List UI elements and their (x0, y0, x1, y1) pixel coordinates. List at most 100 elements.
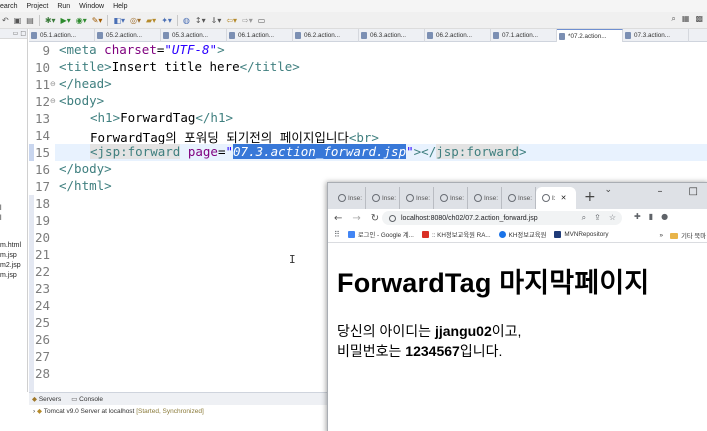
bookmark-item[interactable]: MVNRepository (554, 231, 608, 238)
pin-icon[interactable]: ↕▾ (195, 16, 206, 25)
bookmark-item[interactable]: 로그인 - Google 계... (347, 230, 414, 239)
selected-text[interactable]: 07.3.action_forward.jsp (233, 144, 407, 159)
line-number: 10 (34, 60, 50, 75)
back-icon[interactable]: ⇦▾ (226, 16, 237, 25)
zoom-icon[interactable]: ⌕ (582, 213, 586, 223)
address-bar[interactable]: localhost:8080/ch02/07.2.action_forward.… (382, 211, 622, 225)
editor-tab[interactable]: 06.2.action... (425, 29, 491, 42)
browser-tab[interactable]: Inse: (502, 187, 536, 209)
editor-tab[interactable]: 06.1.action... (227, 29, 293, 42)
jsp-file-icon (295, 32, 301, 39)
search-icon[interactable]: ⌕ (671, 14, 675, 24)
tree-item[interactable]: m2.jsp (0, 262, 21, 269)
side-panel-icon[interactable]: ▮ (649, 212, 653, 221)
new-package-icon[interactable]: ◎▾ (130, 16, 141, 25)
external-tools-icon[interactable]: ✎▾ (92, 16, 103, 25)
share-icon[interactable]: ⇪ (594, 213, 601, 223)
minimize-icon[interactable]: – (658, 186, 663, 197)
id-line: 당신의 아이디는 jjangu02이고, (337, 321, 521, 341)
editor-tab[interactable]: 05.3.action... (161, 29, 227, 42)
bookmark-star-icon[interactable]: ☆ (609, 213, 616, 223)
undo-icon[interactable]: ↶ (2, 16, 9, 25)
tree-item[interactable]: m.jsp (0, 252, 17, 259)
tree-item[interactable]: l (0, 215, 2, 222)
code-token: " (225, 144, 234, 159)
globe-icon[interactable]: ◍ (183, 16, 190, 25)
info-icon[interactable] (389, 214, 396, 222)
editor-tab[interactable]: 06.3.action... (359, 29, 425, 42)
tab-label: *07.2.action... (568, 32, 607, 40)
bookmark-label: :: KH정보교육원 RA... (431, 232, 491, 239)
extensions-icon[interactable]: ✚ (634, 212, 641, 221)
browser-tab[interactable]: Inse: (400, 187, 434, 209)
globe-icon (508, 194, 516, 202)
coverage-icon[interactable]: ◉▾ (76, 16, 87, 25)
other-bookmarks[interactable]: » 기타 북마 (660, 231, 706, 240)
reload-icon[interactable]: ↻ (371, 213, 379, 224)
minimize-icon[interactable]: ▭ (13, 30, 19, 37)
debug-icon[interactable]: ✱▾ (45, 16, 56, 25)
menu-window[interactable]: Window (79, 3, 104, 10)
back-icon[interactable]: ← (334, 213, 342, 224)
fold-icon[interactable]: ⊖ (50, 97, 56, 105)
tree-item[interactable]: m.jsp (0, 272, 17, 279)
next-annotation-icon[interactable]: ⇓▾ (211, 16, 222, 25)
globe-icon (440, 194, 448, 202)
browser-tab[interactable]: Inse: (468, 187, 502, 209)
code-token: ForwardTag (120, 110, 196, 125)
tab-search-chevron-icon[interactable]: ⌄ (604, 185, 612, 195)
menu-search[interactable]: earch (0, 3, 18, 10)
profile-icon[interactable]: ● (661, 212, 668, 221)
tab-console[interactable]: ▭ Console (71, 395, 103, 403)
new-icon[interactable]: ▣ (14, 16, 22, 25)
tree-item[interactable]: l (0, 205, 2, 212)
run-icon[interactable]: ▶▾ (61, 16, 71, 25)
browser-tab-strip: Inse: Inse: Inse: Inse: Inse: Inse: I: ✕ … (328, 183, 707, 209)
menu-run[interactable]: Run (57, 3, 70, 10)
open-view-icon[interactable]: ▭ (258, 16, 266, 25)
browser-tab[interactable]: Inse: (434, 187, 468, 209)
forward-icon[interactable]: ⇨▾ (242, 16, 253, 25)
editor-tab[interactable]: 07.1.action... (491, 29, 557, 42)
globe-icon (542, 194, 550, 202)
search-icon[interactable]: ✦▾ (161, 16, 172, 25)
new-java-project-icon[interactable]: ◧▾ (113, 16, 125, 25)
page-heading: ForwardTag 마지막페이지 (337, 268, 650, 298)
java-perspective-icon[interactable]: ▩ (695, 14, 703, 24)
expand-icon[interactable]: › (33, 408, 35, 415)
apps-icon[interactable]: ⠿ (334, 230, 340, 239)
browser-tab[interactable]: Inse: (332, 187, 366, 209)
code-line-11: </head> (59, 76, 112, 91)
tab-servers[interactable]: ◆ Servers (32, 395, 61, 403)
jsp-file-icon (559, 32, 565, 40)
bookmark-item[interactable]: :: KH정보교육원 RA... (421, 230, 491, 239)
editor-tab-active[interactable]: *07.2.action... (557, 29, 623, 42)
url-text[interactable]: localhost:8080/ch02/07.2.action_forward.… (401, 215, 538, 222)
browser-tab-active[interactable]: I: ✕ (536, 187, 576, 209)
code-token: > (217, 42, 225, 57)
toolbar-divider (38, 14, 40, 26)
maximize-icon[interactable]: □ (689, 186, 698, 197)
fold-icon[interactable]: ⊖ (50, 80, 56, 88)
editor-tabs: 05.1.action... 05.2.action... 05.3.actio… (29, 29, 707, 42)
maximize-icon[interactable]: □ (20, 30, 26, 37)
editor-tab[interactable]: 05.1.action... (29, 29, 95, 42)
jsp-file-icon (163, 32, 169, 39)
open-type-icon[interactable]: ▰▾ (146, 16, 156, 25)
code-token: <h1> (90, 110, 121, 125)
code-line-17: </html> (59, 178, 112, 193)
close-tab-icon[interactable]: ✕ (561, 194, 567, 202)
save-icon[interactable]: ▤ (26, 16, 34, 25)
new-tab-icon[interactable]: + (584, 189, 596, 205)
code-token: "UTF-8" (164, 42, 218, 57)
java-ee-perspective-icon[interactable]: ▦ (682, 14, 690, 24)
editor-tab[interactable]: 06.2.action... (293, 29, 359, 42)
bookmark-item[interactable]: KH정보교육원 (498, 230, 546, 239)
editor-tab[interactable]: 05.2.action... (95, 29, 161, 42)
menu-project[interactable]: Project (27, 3, 49, 10)
forward-icon[interactable]: → (352, 213, 360, 224)
editor-tab[interactable]: 07.3.action... (623, 29, 689, 42)
menu-help[interactable]: Help (113, 3, 127, 10)
tree-item[interactable]: m.html (0, 242, 21, 249)
browser-tab[interactable]: Inse: (366, 187, 400, 209)
